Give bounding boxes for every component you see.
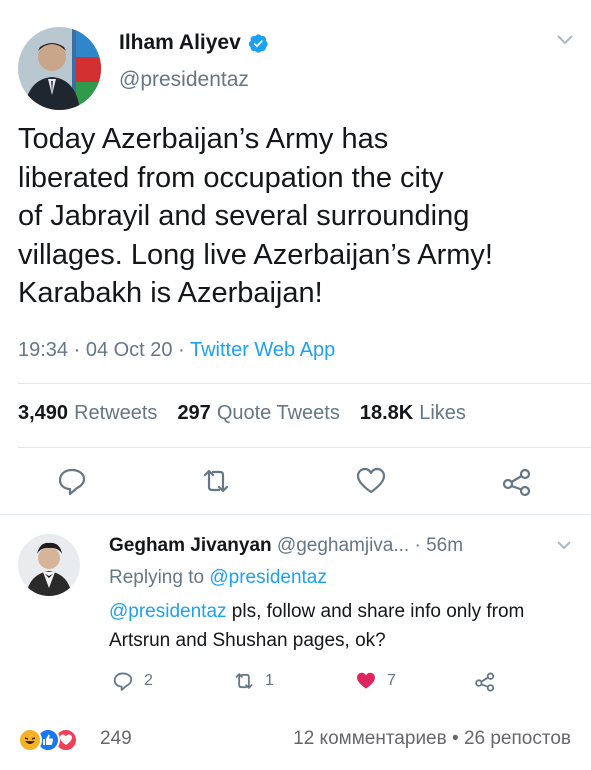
retweets-label: Retweets <box>74 402 158 424</box>
replying-to-prefix: Replying to <box>109 567 210 588</box>
author-name[interactable]: Ilham Aliyev <box>119 31 241 55</box>
comments-count[interactable]: 12 комментариев <box>293 728 447 749</box>
replying-to-mention[interactable]: @presidentaz <box>209 567 327 588</box>
tweet-action-bar <box>0 465 591 501</box>
reply-reply-count: 2 <box>144 672 153 689</box>
reply-action-bar: 2 1 7 <box>0 670 591 698</box>
likes-stat[interactable]: 18.8K Likes <box>360 402 466 425</box>
reply-mention[interactable]: @presidentaz <box>109 601 227 622</box>
reply-share-button[interactable] <box>474 670 496 692</box>
author-handle[interactable]: @presidentaz <box>119 68 249 92</box>
likes-count: 18.8K <box>359 402 414 424</box>
tweet-text-line: liberated from occupation the city <box>18 161 444 194</box>
tweet-timestamp[interactable]: 19:34 · 04 Oct 20 · <box>18 339 190 361</box>
like-icon[interactable] <box>355 465 387 497</box>
reply-header: Gegham Jivanyan @geghamjiva... · 56m <box>109 535 463 557</box>
tweet-text-line: of Jabrayil and several surrounding <box>18 200 470 232</box>
chevron-down-icon[interactable] <box>556 34 574 46</box>
haha-reaction-icon <box>18 728 42 752</box>
tweet-timestamp-row: 19:34 · 04 Oct 20 · Twitter Web App <box>18 339 335 362</box>
likes-label: Likes <box>419 402 466 424</box>
like-filled-icon <box>357 672 375 689</box>
divider <box>18 383 591 384</box>
reaction-count[interactable]: 249 <box>100 728 132 750</box>
reply-author-name[interactable]: Gegham Jivanyan <box>109 535 272 556</box>
chevron-down-icon[interactable] <box>556 540 572 551</box>
tweet-text-line: Today Azerbaijan’s Army has <box>18 123 389 155</box>
tweet-stats: 3,490 Retweets 297 Quote Tweets 18.8K Likes <box>18 402 466 425</box>
tweet-text: Today Azerbaijan’s Army has liberated fr… <box>18 120 578 313</box>
quote-tweets-stat[interactable]: 297 Quote Tweets <box>177 402 339 425</box>
reply-icon <box>113 672 133 691</box>
quote-tweets-count: 297 <box>177 402 211 424</box>
tweet-source-app[interactable]: Twitter Web App <box>190 339 335 361</box>
author-name-row[interactable]: Ilham Aliyev <box>119 31 269 55</box>
avatar[interactable] <box>18 27 101 110</box>
verified-badge-icon <box>248 33 268 53</box>
retweets-stat[interactable]: 3,490 Retweets <box>18 402 157 425</box>
separator-dot: • <box>446 728 464 749</box>
quote-tweets-label: Quote Tweets <box>216 402 340 424</box>
divider <box>18 447 591 448</box>
replying-to-line: Replying to @presidentaz <box>109 567 327 589</box>
retweets-count: 3,490 <box>18 402 69 424</box>
reply-like-button[interactable]: 7 <box>355 670 396 692</box>
reply-reply-button[interactable]: 2 <box>112 670 153 692</box>
reply-like-count: 7 <box>387 672 396 689</box>
reply-timestamp: · 56m <box>414 535 464 556</box>
reply-icon[interactable] <box>56 465 88 497</box>
divider <box>0 514 591 515</box>
comments-shares-summary: 12 комментариев • 26 репостов <box>293 728 571 750</box>
facebook-reactions-bar: 249 12 комментариев • 26 репостов <box>0 718 591 770</box>
tweet-text-line: Karabakh is Azerbaijan! <box>18 277 323 309</box>
retweet-icon[interactable] <box>200 465 232 497</box>
reply-retweet-button[interactable]: 1 <box>233 670 274 692</box>
share-icon[interactable] <box>501 465 533 497</box>
reaction-icons[interactable] <box>18 728 78 752</box>
reply-text: @presidentaz pls, follow and share info … <box>109 597 569 655</box>
tweet-text-line: villages. Long live Azerbaijan’s Army! <box>18 238 493 271</box>
share-icon <box>475 672 495 692</box>
retweet-icon <box>235 673 253 689</box>
shares-count[interactable]: 26 репостов <box>464 728 571 749</box>
reply-retweet-count: 1 <box>265 672 274 689</box>
reply-author-handle[interactable]: @geghamjiva... <box>277 535 409 556</box>
reply-avatar[interactable] <box>18 534 80 596</box>
